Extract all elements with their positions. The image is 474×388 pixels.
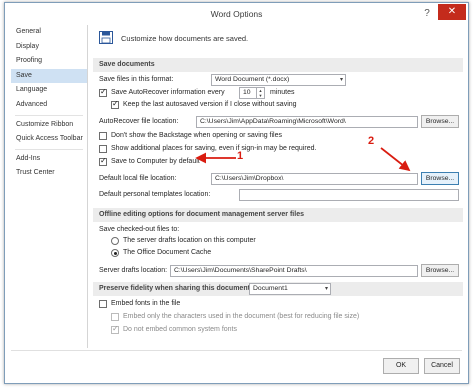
- show-additional-places-label: Show additional places for saving, even …: [111, 145, 317, 152]
- word-options-dialog: Word Options ? ✕ General Display Proofin…: [4, 2, 469, 384]
- help-button[interactable]: ?: [418, 7, 436, 21]
- nav-item-quick-access-toolbar[interactable]: Quick Access Toolbar: [11, 132, 87, 147]
- show-additional-places-checkbox[interactable]: [99, 145, 107, 153]
- nav-divider: [15, 114, 83, 116]
- nav-item-trust-center[interactable]: Trust Center: [11, 166, 87, 181]
- autorecover-minutes-spinner[interactable]: 10 ▲ ▼: [239, 87, 265, 99]
- cancel-button[interactable]: Cancel: [424, 358, 460, 374]
- autorecover-location-field[interactable]: C:\Users\Jim\AppData\Roaming\Microsoft\W…: [196, 116, 418, 128]
- preserve-fidelity-title: Preserve fidelity when sharing this docu…: [99, 285, 253, 292]
- callout-number-2: 2: [368, 135, 375, 147]
- default-local-browse-button[interactable]: Browse...: [421, 172, 459, 185]
- autorecover-minutes-value: 10: [243, 89, 251, 96]
- autorecover-browse-button[interactable]: Browse...: [421, 115, 459, 128]
- personal-templates-label: Default personal templates location:: [99, 191, 211, 198]
- nav-item-customize-ribbon[interactable]: Customize Ribbon: [11, 118, 87, 133]
- nav-item-proofing[interactable]: Proofing: [11, 54, 87, 69]
- no-common-fonts-checkbox[interactable]: [111, 324, 119, 334]
- panel-header: Customize how documents are saved.: [121, 34, 249, 43]
- format-value: Word Document (*.docx): [215, 76, 290, 83]
- dropdown-arrow-icon: ▾: [324, 286, 328, 292]
- nav-divider: [15, 148, 83, 150]
- keep-last-autosaved-label: Keep the last autosaved version if I clo…: [123, 101, 297, 108]
- server-drafts-location-field[interactable]: C:\Users\Jim\Documents\SharePoint Drafts…: [170, 265, 418, 277]
- save-to-computer-checkbox[interactable]: [99, 156, 107, 166]
- dont-show-backstage-label: Don't show the Backstage when opening or…: [111, 132, 282, 139]
- server-drafts-location-label: Server drafts location:: [99, 267, 168, 274]
- keep-last-autosaved-checkbox[interactable]: [111, 99, 119, 109]
- nav-item-display[interactable]: Display: [11, 40, 87, 55]
- ok-button[interactable]: OK: [383, 358, 419, 374]
- minutes-label: minutes: [270, 89, 295, 96]
- office-cache-radio[interactable]: [111, 249, 119, 257]
- nav-item-advanced[interactable]: Advanced: [11, 98, 87, 113]
- checked-out-files-label: Save checked-out files to:: [99, 226, 180, 233]
- embed-fonts-label: Embed fonts in the file: [111, 300, 181, 307]
- autorecover-label: Save AutoRecover information every: [111, 89, 225, 96]
- section-save-documents: Save documents: [93, 58, 463, 72]
- autorecover-checkbox[interactable]: [99, 87, 107, 97]
- nav-item-save[interactable]: Save: [11, 68, 87, 84]
- embed-only-used-checkbox[interactable]: [111, 313, 119, 321]
- dropdown-arrow-icon: ▾: [339, 77, 343, 83]
- save-to-computer-label: Save to Computer by default: [111, 158, 200, 165]
- server-drafts-radio-label: The server drafts location on this compu…: [123, 237, 256, 244]
- office-cache-radio-label: The Office Document Cache: [123, 249, 212, 256]
- title-bar: Word Options ? ✕: [5, 3, 468, 25]
- format-label: Save files in this format:: [99, 76, 174, 83]
- save-options-panel: Customize how documents are saved. Save …: [93, 25, 465, 348]
- format-select[interactable]: Word Document (*.docx) ▾: [211, 74, 346, 86]
- nav-item-add-ins[interactable]: Add-Ins: [11, 152, 87, 167]
- save-document-icon: [99, 31, 113, 44]
- default-local-location-label: Default local file location:: [99, 175, 177, 182]
- dialog-title: Word Options: [210, 9, 263, 19]
- server-drafts-radio[interactable]: [111, 237, 119, 245]
- fidelity-document-value: Document1: [253, 285, 288, 292]
- default-local-location-field[interactable]: C:\Users\Jim\Dropbox\: [211, 173, 418, 185]
- server-drafts-browse-button[interactable]: Browse...: [421, 264, 459, 277]
- embed-fonts-checkbox[interactable]: [99, 300, 107, 308]
- footer-divider: [11, 350, 462, 351]
- options-nav: General Display Proofing Save Language A…: [11, 25, 88, 348]
- dont-show-backstage-checkbox[interactable]: [99, 132, 107, 140]
- no-common-fonts-label: Do not embed common system fonts: [123, 326, 237, 333]
- personal-templates-field[interactable]: [239, 189, 459, 201]
- embed-only-used-label: Embed only the characters used in the do…: [123, 313, 360, 320]
- section-offline-editing: Offline editing options for document man…: [93, 208, 463, 222]
- spin-arrows-icon[interactable]: ▲ ▼: [256, 88, 264, 98]
- fidelity-document-select[interactable]: Document1 ▾: [249, 283, 331, 295]
- autorecover-location-label: AutoRecover file location:: [99, 118, 179, 125]
- nav-item-general[interactable]: General: [11, 25, 87, 40]
- nav-item-language[interactable]: Language: [11, 83, 87, 98]
- close-button[interactable]: ✕: [438, 4, 466, 20]
- callout-number-1: 1: [237, 150, 244, 162]
